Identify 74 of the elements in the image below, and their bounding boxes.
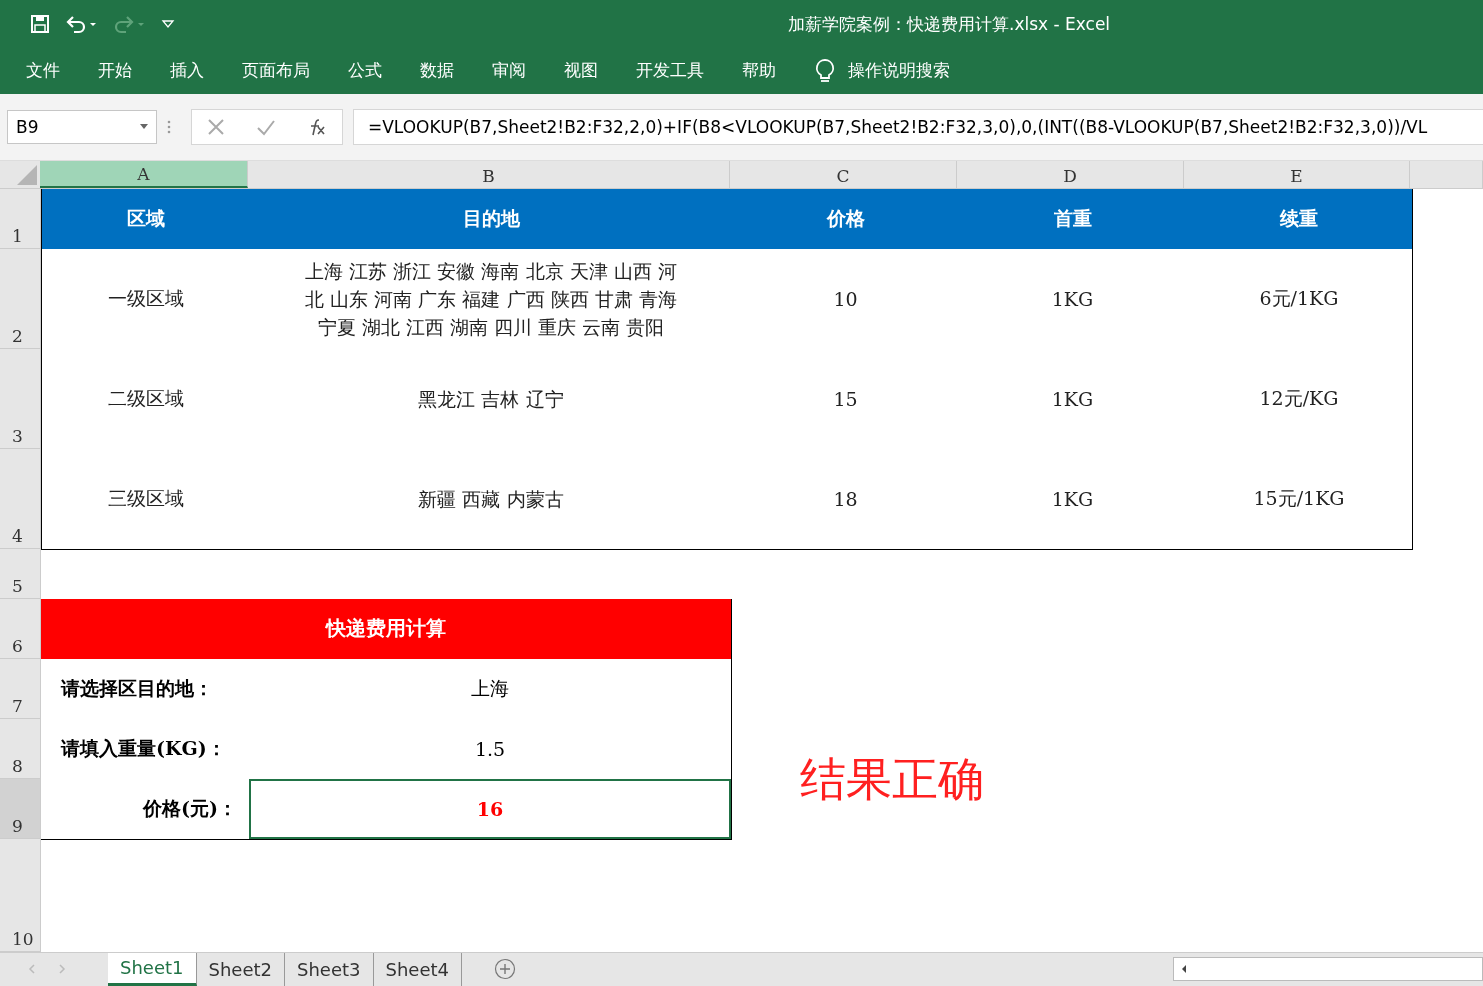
row-header[interactable]: 2 <box>12 326 23 346</box>
table-cell-text: 二级区域 <box>108 386 184 411</box>
more-options-icon <box>167 119 171 136</box>
result-note: 结果正确 <box>800 751 984 808</box>
table-header: 区域 <box>127 206 165 231</box>
select-all-triangle-icon[interactable] <box>17 165 37 185</box>
row-header[interactable]: 6 <box>12 636 23 656</box>
table-cell-text: 12元/KG <box>1259 386 1339 411</box>
undo-icon[interactable] <box>64 13 98 34</box>
formula-field[interactable]: =VLOOKUP(B7,Sheet2!B2:F32,2,0)+IF(B8<VLOOKUP(B7,Sheet2!B2:F32,3,0),0,(INT((B8-VLOOKUP(B7,Sheet2!B2:F32,3,0))/VL <box>353 109 1483 146</box>
sheet-tab[interactable]: Sheet1 <box>108 953 197 986</box>
column-header[interactable]: A <box>40 161 248 188</box>
table-cell: 15 <box>833 388 858 410</box>
table-cell: 10 <box>833 288 858 310</box>
ribbon-tab[interactable]: 视图 <box>564 59 598 83</box>
sheet-tab[interactable]: Sheet2 <box>196 953 285 986</box>
ribbon-tab[interactable]: 帮助 <box>742 59 776 83</box>
save-icon[interactable] <box>30 13 50 34</box>
table-cell-text: 上海 江苏 浙江 安徽 海南 北京 天津 山西 河 北 山东 河南 广东 福建 广西 陕西 甘肃 青海 宁夏 湖北 江西 湖南 四川 重庆 云南 贵阳 <box>305 259 677 340</box>
row-header[interactable]: 9 <box>12 816 23 836</box>
ribbon-tab[interactable]: 开发工具 <box>636 59 704 83</box>
table-header: 续重 <box>1280 206 1318 231</box>
table-cell-text: 一级区域 <box>108 286 184 311</box>
ribbon-tab[interactable]: 插入 <box>170 59 204 83</box>
ribbon-tab[interactable]: 公式 <box>348 59 382 83</box>
table-cell-text: 三级区域 <box>108 486 184 511</box>
field-label: 价格(元)： <box>143 796 237 821</box>
table-cell-text: 黑龙江 吉林 辽宁 <box>418 387 564 412</box>
row-header[interactable]: 7 <box>12 696 23 716</box>
selected-cell[interactable]: 16 <box>249 779 731 839</box>
field-label: 请填入重量(KG)： <box>61 736 226 761</box>
table-cell: 1KG <box>1051 288 1094 310</box>
ribbon-tab[interactable]: 页面布局 <box>242 59 310 83</box>
row-header[interactable]: 1 <box>12 226 23 246</box>
horizontal-scrollbar[interactable] <box>1173 957 1483 982</box>
table-cell-text: 15元/1KG <box>1253 486 1345 511</box>
column-header[interactable]: D <box>957 161 1184 188</box>
tell-me-search[interactable]: 操作说明搜索 <box>848 59 950 83</box>
column-header[interactable]: C <box>730 161 957 188</box>
check-icon[interactable] <box>256 118 276 137</box>
input-cell[interactable]: 1.5 <box>249 719 731 779</box>
ribbon-tab[interactable]: 审阅 <box>492 59 526 83</box>
table-header: 首重 <box>1053 206 1092 231</box>
caret-icon <box>140 124 148 131</box>
table-cell: 18 <box>833 488 858 510</box>
name-box[interactable]: B9 <box>7 110 157 145</box>
calculator-header: 快递费用计算 <box>41 599 731 659</box>
column-header[interactable]: B <box>248 161 730 188</box>
window-title: 加薪学院案例：快递费用计算.xlsx - Excel <box>788 13 1111 36</box>
row-header[interactable]: 3 <box>12 426 23 446</box>
table-header: 价格 <box>826 206 865 231</box>
row-header[interactable]: 8 <box>12 756 23 776</box>
table-cell-text: 新疆 西藏 内蒙古 <box>418 487 564 512</box>
row-header[interactable]: 10 <box>12 929 34 949</box>
row-header[interactable]: 5 <box>12 576 23 596</box>
scroll-right-icon[interactable] <box>58 964 66 975</box>
table-cell: 1KG <box>1051 388 1094 410</box>
sheet-tab[interactable]: Sheet3 <box>285 953 374 986</box>
table-header: 目的地 <box>462 206 520 231</box>
field-label: 请选择区目的地： <box>61 676 213 701</box>
cancel-icon[interactable] <box>207 118 226 137</box>
table-cell-text: 6元/1KG <box>1259 286 1339 311</box>
ribbon-tab[interactable]: 文件 <box>26 59 60 83</box>
ribbon-tab[interactable]: 开始 <box>98 59 132 83</box>
lightbulb-icon <box>814 57 836 84</box>
column-header[interactable]: E <box>1184 161 1410 188</box>
scroll-left-icon[interactable] <box>1180 964 1188 975</box>
sheet-tab[interactable]: Sheet4 <box>373 953 462 986</box>
add-sheet-icon[interactable] <box>494 958 516 981</box>
redo-icon[interactable] <box>112 13 146 34</box>
table-cell: 1KG <box>1051 488 1094 510</box>
ribbon-tab[interactable]: 数据 <box>420 59 454 83</box>
input-cell[interactable]: 上海 <box>249 659 731 719</box>
row-header[interactable]: 4 <box>12 526 23 546</box>
